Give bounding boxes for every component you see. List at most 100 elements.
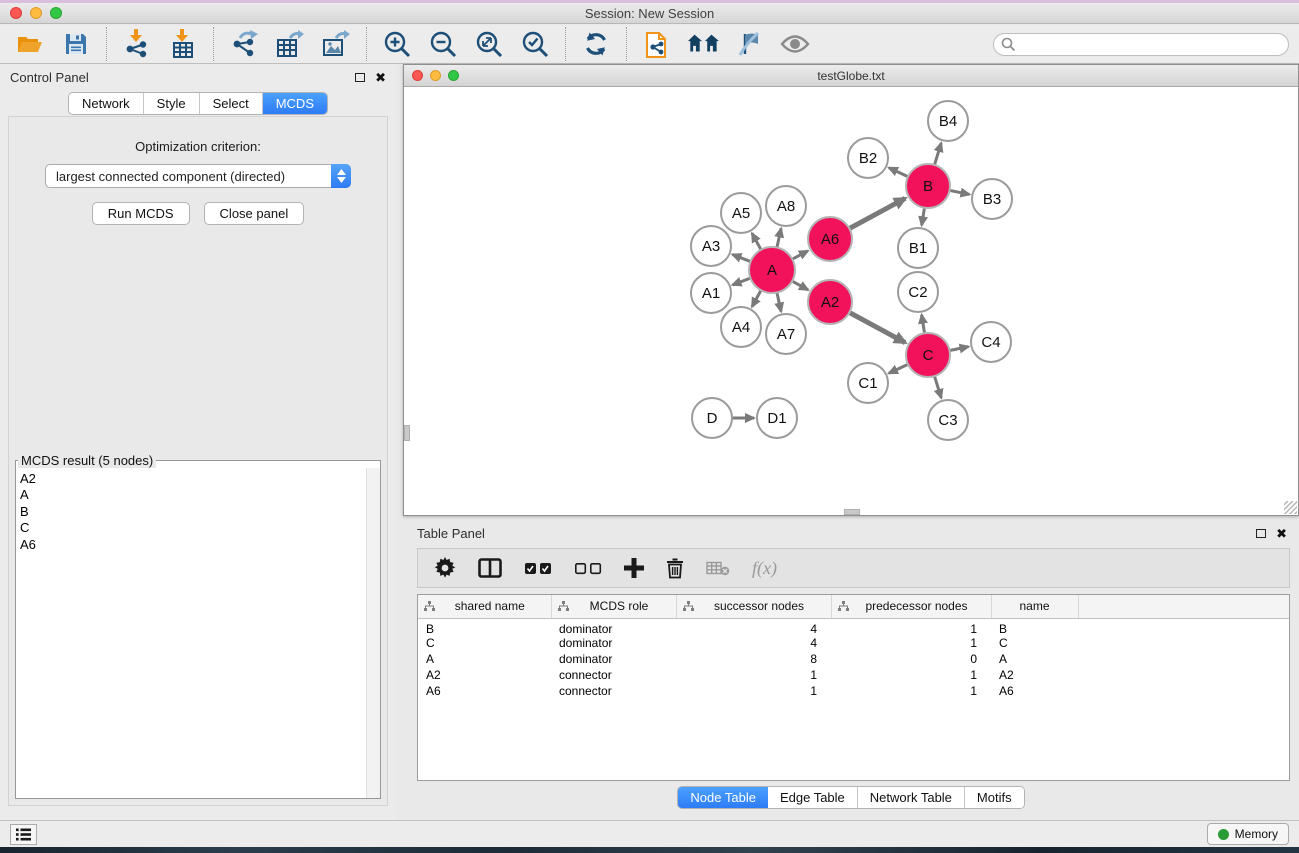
graph-node-A1[interactable]: A1 [691, 273, 731, 313]
list-item[interactable]: B [20, 504, 366, 520]
search-input[interactable] [993, 33, 1289, 56]
table-row[interactable]: A2connector11A2 [418, 667, 1289, 683]
export-network-icon[interactable] [228, 28, 260, 60]
optimization-criterion-label: Optimization criterion: [9, 139, 387, 154]
graph-node-A7[interactable]: A7 [766, 314, 806, 354]
session-title: Session: New Session [0, 6, 1299, 21]
graph-node-A2[interactable]: A2 [808, 280, 852, 324]
deselect-all-icon[interactable] [574, 553, 602, 583]
hide-annotations-icon[interactable] [733, 28, 765, 60]
graph-node-B[interactable]: B [906, 164, 950, 208]
memory-button[interactable]: Memory [1207, 823, 1289, 845]
graph-node-A8[interactable]: A8 [766, 186, 806, 226]
canvas-vertical-scroll-thumb[interactable] [404, 425, 410, 441]
col-predecessor-nodes[interactable]: predecessor nodes [831, 595, 991, 618]
main-toolbar [0, 25, 1299, 64]
svg-text:A6: A6 [821, 231, 839, 248]
table-row[interactable]: Adominator80A [418, 651, 1289, 667]
network-window-titlebar[interactable]: testGlobe.txt [404, 65, 1298, 87]
network-view-window: testGlobe.txt A A1 A3A5 A8 A4A7 A6 A2 B B2 B4 B3 B1… [403, 64, 1299, 516]
zoom-out-icon[interactable] [427, 28, 459, 60]
tab-motifs[interactable]: Motifs [965, 787, 1024, 808]
create-column-plus-icon[interactable] [624, 553, 644, 583]
column-settings-gear-icon[interactable] [434, 553, 456, 583]
tab-select[interactable]: Select [200, 93, 263, 114]
graph-node-A[interactable]: A [749, 247, 795, 293]
zoom-selected-icon[interactable] [519, 28, 551, 60]
svg-text:B: B [923, 178, 933, 195]
run-mcds-button[interactable]: Run MCDS [92, 202, 190, 225]
graph-node-C1[interactable]: C1 [848, 363, 888, 403]
list-scrollbar[interactable] [366, 468, 380, 798]
list-item[interactable]: A [20, 487, 366, 503]
graph-node-C2[interactable]: C2 [898, 272, 938, 312]
float-panel-icon[interactable] [355, 73, 365, 82]
graph-node-B1[interactable]: B1 [898, 228, 938, 268]
col-successor-nodes[interactable]: successor nodes [676, 595, 831, 618]
graph-node-B2[interactable]: B2 [848, 138, 888, 178]
list-item[interactable]: A6 [20, 537, 366, 553]
close-panel-icon[interactable]: ✖ [375, 71, 386, 84]
table-row[interactable]: Bdominator41B [418, 618, 1289, 636]
delete-column-trash-icon[interactable] [666, 553, 684, 583]
float-panel-icon[interactable] [1256, 529, 1266, 538]
table-row[interactable]: Cdominator41C [418, 636, 1289, 652]
cyndex-homes-icon[interactable] [687, 28, 719, 60]
control-panel: Control Panel ✖ Network Style Select MCD… [0, 64, 396, 820]
shared-column-icon [558, 601, 569, 612]
import-network-icon[interactable] [121, 28, 153, 60]
node-table-container[interactable]: shared name MCDS role successor nodes pr… [417, 594, 1290, 781]
resize-grip[interactable] [1284, 501, 1297, 514]
apply-layout-icon[interactable] [580, 28, 612, 60]
zoom-fit-icon[interactable] [473, 28, 505, 60]
select-all-icon[interactable] [524, 553, 552, 583]
graph-node-A5[interactable]: A5 [721, 193, 761, 233]
graph-node-B4[interactable]: B4 [928, 101, 968, 141]
zoom-in-icon[interactable] [381, 28, 413, 60]
save-session-icon[interactable] [60, 28, 92, 60]
list-item[interactable]: C [20, 520, 366, 536]
svg-text:A5: A5 [732, 205, 750, 222]
graph-node-A4[interactable]: A4 [721, 307, 761, 347]
svg-text:A2: A2 [821, 294, 839, 311]
function-builder-icon[interactable]: f(x) [752, 558, 777, 579]
delete-table-icon[interactable] [706, 553, 730, 583]
table-row[interactable]: A6connector11A6 [418, 683, 1289, 699]
graph-node-D[interactable]: D [692, 398, 732, 438]
col-shared-name[interactable]: shared name [418, 595, 551, 618]
graph-node-A3[interactable]: A3 [691, 226, 731, 266]
svg-text:B2: B2 [859, 150, 877, 167]
graph-node-C4[interactable]: C4 [971, 322, 1011, 362]
mcds-result-list[interactable]: A2 A B C A6 [16, 468, 366, 798]
graph-node-D1[interactable]: D1 [757, 398, 797, 438]
tab-network-table[interactable]: Network Table [858, 787, 965, 808]
task-history-button[interactable] [10, 824, 37, 845]
tab-style[interactable]: Style [144, 93, 200, 114]
mcds-result-box: MCDS result (5 nodes) A2 A B C A6 [15, 453, 381, 799]
graph-node-A6[interactable]: A6 [808, 217, 852, 261]
export-image-icon[interactable] [320, 28, 352, 60]
network-canvas[interactable]: A A1 A3A5 A8 A4A7 A6 A2 B B2 B4 B3 B1 C C2 C4 C1 C3 D D1 [404, 87, 1298, 515]
close-panel-button[interactable]: Close panel [204, 202, 305, 225]
tab-node-table[interactable]: Node Table [678, 787, 768, 808]
open-session-icon[interactable] [14, 28, 46, 60]
graph-node-B3[interactable]: B3 [972, 179, 1012, 219]
graph-node-C3[interactable]: C3 [928, 400, 968, 440]
graph-node-C[interactable]: C [906, 333, 950, 377]
show-hide-eye-icon[interactable] [779, 28, 811, 60]
network-from-file-icon[interactable] [641, 28, 673, 60]
import-table-icon[interactable] [167, 28, 199, 60]
select-stepper-icon [331, 164, 351, 188]
svg-text:B4: B4 [939, 113, 957, 130]
canvas-horizontal-scroll-thumb[interactable] [844, 509, 860, 515]
export-table-icon[interactable] [274, 28, 306, 60]
optimization-criterion-select[interactable]: largest connected component (directed) [45, 164, 351, 188]
show-columns-icon[interactable] [478, 553, 502, 583]
tab-mcds[interactable]: MCDS [263, 93, 327, 114]
list-item[interactable]: A2 [20, 471, 366, 487]
tab-network[interactable]: Network [69, 93, 144, 114]
col-mcds-role[interactable]: MCDS role [551, 595, 676, 618]
tab-edge-table[interactable]: Edge Table [768, 787, 858, 808]
close-panel-icon[interactable]: ✖ [1276, 527, 1287, 540]
col-name[interactable]: name [991, 595, 1078, 618]
